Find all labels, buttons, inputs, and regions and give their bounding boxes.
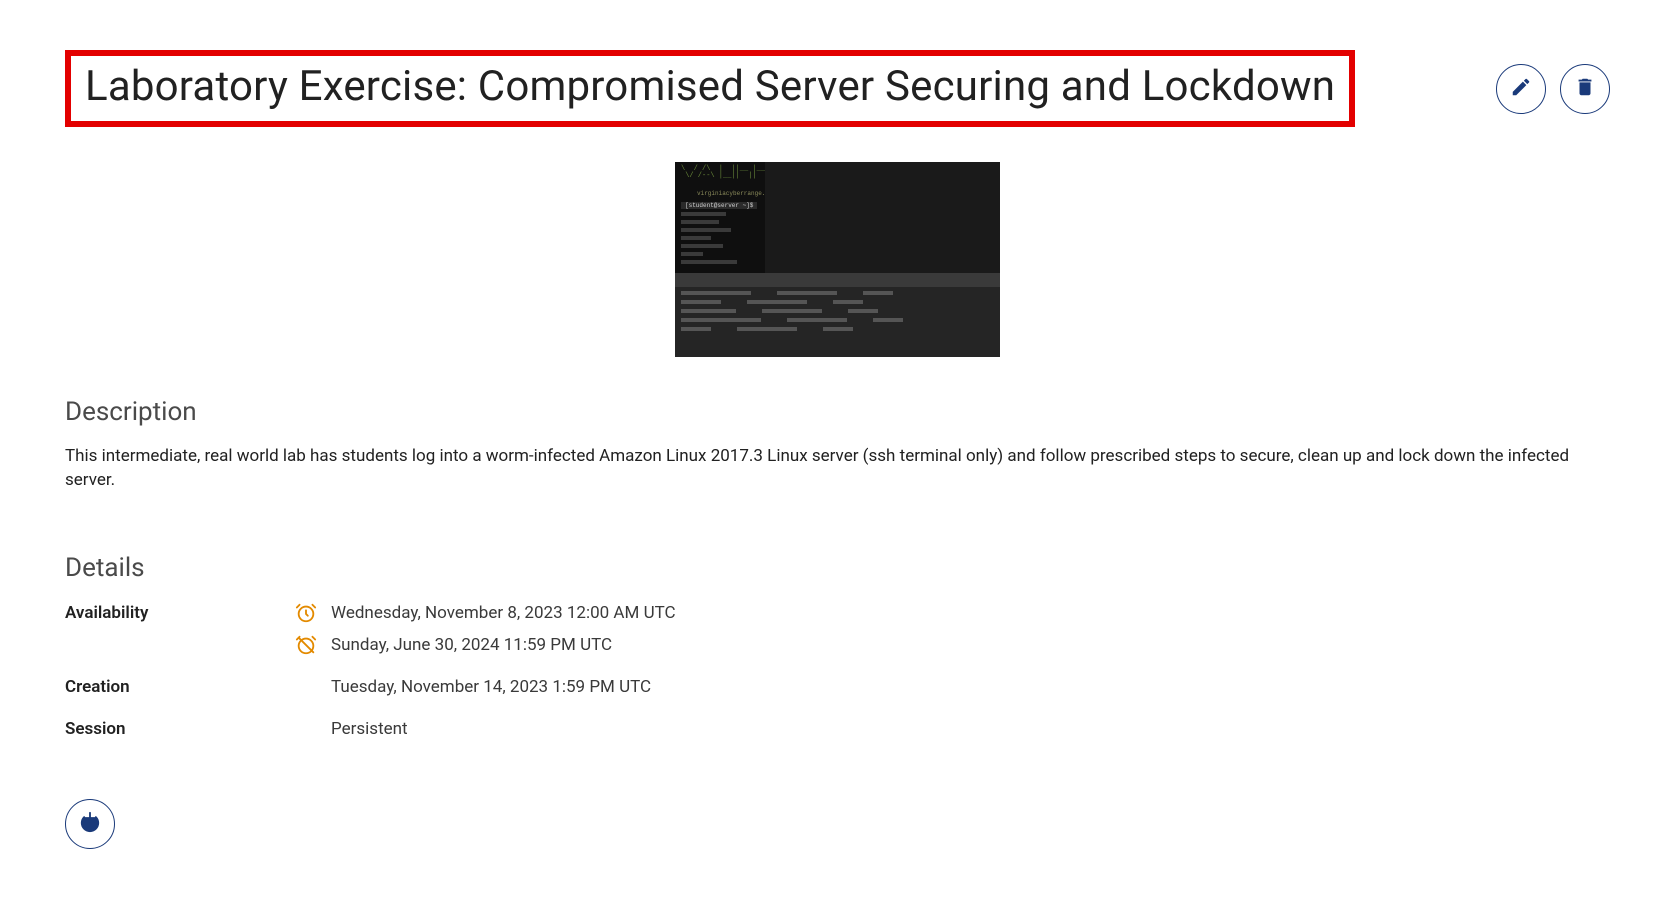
power-button[interactable] (65, 799, 115, 849)
detail-values-availability: Wednesday, November 8, 2023 12:00 AM UTC… (295, 601, 1610, 665)
details-heading: Details (65, 553, 1610, 583)
creation-value: Tuesday, November 14, 2023 1:59 PM UTC (331, 677, 651, 697)
detail-row-availability: Availability Wednesday, November 8, 2023… (65, 601, 1610, 665)
alarm-off-icon (295, 634, 317, 656)
availability-end-row: Sunday, June 30, 2024 11:59 PM UTC (295, 633, 1610, 657)
detail-row-creation: Creation Tuesday, November 14, 2023 1:59… (65, 675, 1610, 707)
power-button-container (65, 799, 1610, 849)
edit-button[interactable] (1496, 64, 1546, 114)
detail-label-availability: Availability (65, 601, 295, 623)
detail-label-session: Session (65, 717, 295, 739)
description-section: Description This intermediate, real worl… (65, 397, 1610, 493)
description-heading: Description (65, 397, 1610, 427)
thumb-ascii-art: \ / /\ | ||__ |__| \/ /--\ |__|| || \ (681, 166, 769, 180)
availability-start-value: Wednesday, November 8, 2023 12:00 AM UTC (331, 603, 676, 623)
detail-label-creation: Creation (65, 675, 295, 697)
action-buttons (1496, 64, 1610, 114)
detail-row-session: Session Persistent (65, 717, 1610, 749)
session-value: Persistent (331, 719, 408, 739)
creation-row: Tuesday, November 14, 2023 1:59 PM UTC (295, 675, 1610, 699)
details-section: Details Availability Wednesday, November… (65, 553, 1610, 749)
title-highlight-box: Laboratory Exercise: Compromised Server … (65, 50, 1355, 127)
thumb-sidebar-lines (681, 212, 741, 268)
availability-end-value: Sunday, June 30, 2024 11:59 PM UTC (331, 635, 612, 655)
lab-thumbnail: \ / /\ | ||__ |__| \/ /--\ |__|| || \ vi… (675, 162, 1000, 357)
details-table: Availability Wednesday, November 8, 2023… (65, 601, 1610, 749)
availability-start-row: Wednesday, November 8, 2023 12:00 AM UTC (295, 601, 1610, 625)
thumb-prompt-text: [student@server ~]$ (681, 202, 757, 209)
page-title: Laboratory Exercise: Compromised Server … (85, 62, 1335, 111)
delete-button[interactable] (1560, 64, 1610, 114)
detail-values-session: Persistent (295, 717, 1610, 749)
thumb-inner-window (765, 162, 1000, 287)
thumb-bottom-panel (675, 287, 1000, 357)
description-text: This intermediate, real world lab has st… (65, 445, 1585, 493)
session-row: Persistent (295, 717, 1610, 741)
pencil-icon (1510, 76, 1532, 101)
detail-values-creation: Tuesday, November 14, 2023 1:59 PM UTC (295, 675, 1610, 707)
thumbnail-container: \ / /\ | ||__ |__| \/ /--\ |__|| || \ vi… (65, 162, 1610, 357)
header-row: Laboratory Exercise: Compromised Server … (65, 50, 1610, 127)
power-icon (79, 811, 101, 836)
alarm-on-icon (295, 602, 317, 624)
trash-icon (1574, 76, 1596, 101)
thumb-toolbar (675, 273, 1000, 287)
